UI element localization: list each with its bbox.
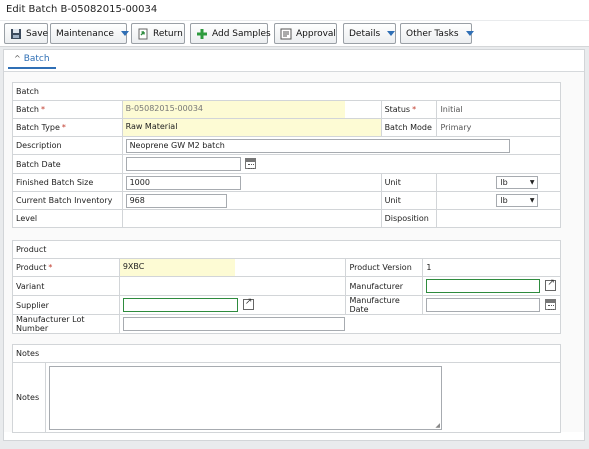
manufacturer-lot-number-cell xyxy=(118,314,562,334)
details-label: Details xyxy=(349,28,381,39)
disposition-label: Disposition xyxy=(380,209,438,228)
maintenance-menu-button[interactable]: Maintenance xyxy=(50,23,129,44)
other-tasks-label: Other Tasks xyxy=(406,28,459,39)
batch-date-cell xyxy=(121,154,562,174)
finished-batch-size-input[interactable]: 1000 xyxy=(125,175,241,190)
add-samples-label: Add Samples xyxy=(212,28,271,39)
return-button[interactable]: Return xyxy=(131,23,185,44)
manufacturer-lot-number-label: Manufacturer Lot Number xyxy=(12,314,120,334)
variant-label: Variant xyxy=(12,276,120,296)
manufacture-date-label: Manufacture Date xyxy=(345,295,424,315)
status-label: Status * xyxy=(380,100,438,119)
current-batch-inventory-label: Current Batch Inventory xyxy=(12,191,123,210)
unit-select[interactable]: lb ▼ xyxy=(496,194,539,207)
batch-mode-label: Batch Mode xyxy=(380,118,438,137)
batch-section: Batch Batch * B-05082015-00034 Status * In… xyxy=(12,82,562,228)
supplier-label: Supplier xyxy=(12,295,120,315)
product-section-heading: Product xyxy=(12,240,561,259)
disposition-value xyxy=(436,209,561,228)
open-link-icon[interactable] xyxy=(545,278,557,291)
batch-type-label: Batch Type * xyxy=(12,118,123,137)
batch-mode-value: Primary xyxy=(436,118,561,137)
notes-cell: ◢ xyxy=(44,362,562,433)
details-menu-button[interactable]: Details xyxy=(343,23,396,44)
notes-section-heading: Notes xyxy=(12,344,561,363)
unit-select[interactable]: lb ▼ xyxy=(496,176,539,189)
save-label: Save xyxy=(26,28,49,39)
finished-batch-size-cell: 1000 xyxy=(121,173,382,192)
tab-batch[interactable]: ^ Batch xyxy=(8,54,56,69)
description-input[interactable]: Neoprene GW M2 batch xyxy=(125,138,510,153)
chevron-down-icon xyxy=(387,31,396,36)
unit-label: Unit xyxy=(380,173,438,192)
calendar-icon[interactable] xyxy=(545,299,557,310)
toolbar: Save Maintenance Return Add Samples Appr… xyxy=(0,21,589,47)
notes-section: Notes Notes ◢ xyxy=(12,344,562,433)
manufacturer-label: Manufacturer xyxy=(345,276,424,296)
supplier-input[interactable] xyxy=(122,298,238,312)
level-label: Level xyxy=(12,209,123,228)
status-value: Initial xyxy=(436,100,561,119)
page-title: Edit Batch B-05082015-00034 xyxy=(0,0,589,20)
manufacture-date-input[interactable] xyxy=(426,298,541,312)
batch-section-heading: Batch xyxy=(12,82,561,101)
batch-date-input[interactable] xyxy=(125,157,241,171)
variant-value xyxy=(118,276,347,296)
approval-icon xyxy=(280,28,292,40)
resize-handle-icon[interactable]: ◢ xyxy=(435,422,440,429)
notes-textarea[interactable]: ◢ xyxy=(48,365,442,430)
product-value: 9XBC xyxy=(119,259,235,276)
dropdown-arrow-icon: ▼ xyxy=(529,197,535,204)
approval-button[interactable]: Approval xyxy=(274,23,337,44)
approval-label: Approval xyxy=(296,28,336,39)
chevron-up-icon: ^ xyxy=(14,54,21,63)
manufacturer-input[interactable] xyxy=(426,279,541,293)
manufacturer-lot-number-input[interactable] xyxy=(122,317,345,331)
calendar-icon[interactable] xyxy=(244,158,256,169)
current-batch-inventory-cell: 968 xyxy=(121,191,382,210)
level-value xyxy=(121,209,382,228)
unit-select-cell: lb ▼ xyxy=(436,191,561,210)
product-label: Product * xyxy=(12,258,120,277)
product-version-value: 1 xyxy=(422,258,561,277)
tab-batch-label: Batch xyxy=(23,54,50,64)
save-icon xyxy=(10,28,22,40)
batch-label: Batch * xyxy=(12,100,123,119)
description-cell: Neoprene GW M2 batch xyxy=(121,136,562,155)
manufacturer-cell xyxy=(422,276,561,296)
chevron-down-icon xyxy=(120,31,129,36)
batch-tab-panel: Batch Batch * B-05082015-00034 Status * In… xyxy=(4,72,584,433)
unit-select-cell: lb ▼ xyxy=(436,173,561,192)
other-tasks-menu-button[interactable]: Other Tasks xyxy=(400,23,474,44)
finished-batch-size-label: Finished Batch Size xyxy=(12,173,123,192)
batch-value-cell: B-05082015-00034 xyxy=(121,100,382,119)
return-icon xyxy=(137,28,149,40)
save-button[interactable]: Save xyxy=(4,23,48,44)
batch-type-value: Raw Material xyxy=(122,119,381,136)
batch-number-value: B-05082015-00034 xyxy=(122,101,345,118)
batch-type-cell: Raw Material xyxy=(121,118,382,137)
product-version-label: Product Version xyxy=(345,258,424,277)
dropdown-arrow-icon: ▼ xyxy=(529,179,535,186)
current-batch-inventory-input[interactable]: 968 xyxy=(125,193,227,208)
manufacture-date-cell xyxy=(422,295,561,315)
product-section: Product Product * 9XBC Product Version 1 … xyxy=(12,240,562,334)
main-content: ^ Batch Batch Batch * B-05082015-00034 Sta… xyxy=(3,49,585,441)
add-icon xyxy=(196,28,208,40)
maintenance-label: Maintenance xyxy=(56,28,114,39)
supplier-cell xyxy=(118,295,347,315)
unit-label: Unit xyxy=(380,191,438,210)
open-link-icon[interactable] xyxy=(242,297,254,310)
product-cell: 9XBC xyxy=(118,258,347,277)
chevron-down-icon xyxy=(465,31,474,36)
notes-label: Notes xyxy=(12,362,46,433)
description-label: Description xyxy=(12,136,123,155)
batch-date-label: Batch Date xyxy=(12,154,123,174)
add-samples-button[interactable]: Add Samples xyxy=(190,23,271,44)
tab-bar: ^ Batch xyxy=(4,50,584,72)
return-label: Return xyxy=(153,28,183,39)
